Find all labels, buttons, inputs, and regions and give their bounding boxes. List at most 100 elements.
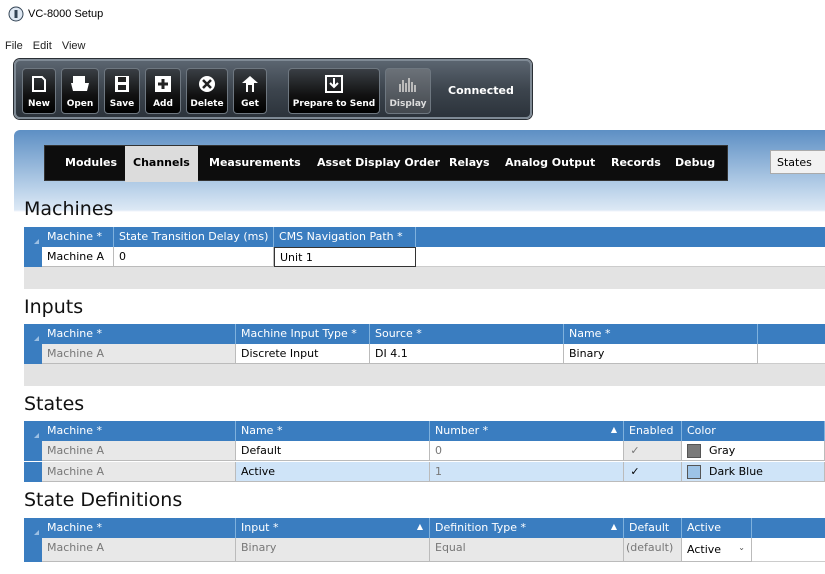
- cell-machine[interactable]: Machine A: [42, 462, 236, 482]
- active-dropdown[interactable]: Active ⌄: [682, 538, 752, 562]
- cell-name[interactable]: Active: [236, 462, 430, 482]
- color-name: Gray: [709, 444, 736, 457]
- col-source[interactable]: Source *: [370, 324, 564, 344]
- tab-channels[interactable]: Channels: [125, 146, 198, 182]
- tab-modules[interactable]: Modules: [65, 156, 117, 169]
- title-bar: VC-8000 Setup: [0, 0, 825, 40]
- col-input-label: Input *: [241, 521, 279, 534]
- col-machine[interactable]: Machine *: [42, 227, 114, 247]
- row-selector[interactable]: [24, 247, 42, 267]
- cell-machine[interactable]: Machine A: [42, 538, 236, 562]
- col-name[interactable]: Name *: [564, 324, 758, 344]
- col-active[interactable]: Active: [682, 518, 752, 538]
- delete-icon: [199, 76, 215, 92]
- table-row[interactable]: Machine A 0 Unit 1: [24, 247, 825, 267]
- bar-chart-icon: [399, 78, 416, 92]
- machines-header: Machine * State Transition Delay (ms) CM…: [24, 227, 825, 247]
- tab-relays[interactable]: Relays: [449, 156, 490, 169]
- row-selector[interactable]: [24, 538, 42, 562]
- chevron-down-icon: ⌄: [738, 543, 745, 552]
- app-icon: [8, 6, 24, 22]
- col-cms-navigation-path[interactable]: CMS Navigation Path *: [274, 227, 416, 247]
- states-dropdown[interactable]: States: [770, 150, 825, 174]
- col-machine[interactable]: Machine *: [42, 421, 236, 441]
- cell-source[interactable]: DI 4.1: [370, 344, 564, 364]
- col-input[interactable]: Input * ▲: [236, 518, 430, 538]
- row-selector[interactable]: [24, 462, 42, 482]
- cell-enabled[interactable]: ✓: [624, 462, 682, 482]
- grid-footer: [24, 364, 825, 386]
- state-definitions-title: State Definitions: [24, 489, 183, 511]
- color-name: Dark Blue: [709, 465, 763, 478]
- cell-input-type[interactable]: Discrete Input: [236, 344, 370, 364]
- inputs-header: Machine * Machine Input Type * Source * …: [24, 324, 825, 344]
- cell-machine[interactable]: Machine A: [42, 441, 236, 461]
- active-value: Active: [687, 543, 722, 556]
- display-button[interactable]: Display: [385, 68, 431, 114]
- cell-number[interactable]: 1: [430, 462, 624, 482]
- add-button[interactable]: Add: [145, 68, 181, 114]
- tab-asset-display-order[interactable]: Asset Display Order: [317, 156, 440, 169]
- get-label: Get: [241, 99, 259, 109]
- col-machine[interactable]: Machine *: [42, 324, 236, 344]
- cell-machine[interactable]: Machine A: [42, 247, 114, 267]
- col-machine-input-type[interactable]: Machine Input Type *: [236, 324, 370, 344]
- cell-enabled[interactable]: ✓: [624, 441, 682, 461]
- cell-number[interactable]: 0: [430, 441, 624, 461]
- toolbar: New Open Save Add Delete Get Prepare to …: [14, 59, 532, 119]
- cell-delay[interactable]: 0: [114, 247, 274, 267]
- menu-view[interactable]: View: [62, 40, 86, 52]
- select-all-corner[interactable]: [24, 324, 42, 344]
- save-label: Save: [109, 99, 135, 109]
- prepare-to-send-button[interactable]: Prepare to Send: [288, 68, 380, 114]
- menu-edit[interactable]: Edit: [33, 40, 52, 52]
- table-row[interactable]: Machine A Discrete Input DI 4.1 Binary: [24, 344, 825, 364]
- open-button[interactable]: Open: [61, 68, 99, 114]
- table-row[interactable]: Machine A Binary Equal (default) Active ⌄: [24, 538, 825, 562]
- connection-status: Connected: [448, 84, 514, 97]
- select-all-corner[interactable]: [24, 227, 42, 247]
- cell-name[interactable]: Binary: [564, 344, 758, 364]
- prepare-to-send-label: Prepare to Send: [292, 99, 376, 109]
- col-color[interactable]: Color: [682, 421, 825, 441]
- row-selector[interactable]: [24, 441, 42, 461]
- tab-analog-output[interactable]: Analog Output: [505, 156, 595, 169]
- cell-cms-path[interactable]: Unit 1: [274, 247, 416, 267]
- col-default[interactable]: Default: [624, 518, 682, 538]
- col-definition-type[interactable]: Definition Type * ▲: [430, 518, 624, 538]
- col-number-label: Number *: [435, 424, 489, 437]
- enabled-checkbox[interactable]: ✓: [629, 445, 641, 457]
- add-label: Add: [153, 99, 173, 109]
- tab-records[interactable]: Records: [611, 156, 661, 169]
- menu-bar: File Edit View: [0, 40, 825, 56]
- col-number[interactable]: Number * ▲: [430, 421, 624, 441]
- cell-input[interactable]: Binary: [236, 538, 430, 562]
- delete-button[interactable]: Delete: [186, 68, 228, 114]
- save-button[interactable]: Save: [104, 68, 140, 114]
- cell-color[interactable]: Gray: [682, 441, 825, 461]
- cell-machine[interactable]: Machine A: [42, 344, 236, 364]
- col-state-transition-delay[interactable]: State Transition Delay (ms): [114, 227, 274, 247]
- new-button[interactable]: New: [22, 68, 56, 114]
- table-row[interactable]: Machine A Default 0 ✓ Gray: [24, 441, 825, 461]
- cell-name[interactable]: Default: [236, 441, 430, 461]
- grid-footer: [24, 267, 825, 289]
- tab-measurements[interactable]: Measurements: [209, 156, 301, 169]
- table-row[interactable]: Machine A Active 1 ✓ Dark Blue: [24, 462, 825, 482]
- col-machine[interactable]: Machine *: [42, 518, 236, 538]
- menu-file[interactable]: File: [5, 40, 23, 52]
- cell-default[interactable]: (default): [624, 538, 682, 562]
- row-selector[interactable]: [24, 344, 42, 364]
- cell-color[interactable]: Dark Blue: [682, 462, 825, 482]
- select-all-corner[interactable]: [24, 421, 42, 441]
- col-definition-type-label: Definition Type *: [435, 521, 527, 534]
- states-title: States: [24, 393, 85, 415]
- save-icon: [115, 76, 129, 92]
- tab-debug[interactable]: Debug: [675, 156, 715, 169]
- enabled-checkbox[interactable]: ✓: [629, 466, 641, 478]
- select-all-corner[interactable]: [24, 518, 42, 538]
- cell-definition-type[interactable]: Equal: [430, 538, 624, 562]
- get-button[interactable]: Get: [233, 68, 267, 114]
- col-enabled[interactable]: Enabled: [624, 421, 682, 441]
- col-name[interactable]: Name *: [236, 421, 430, 441]
